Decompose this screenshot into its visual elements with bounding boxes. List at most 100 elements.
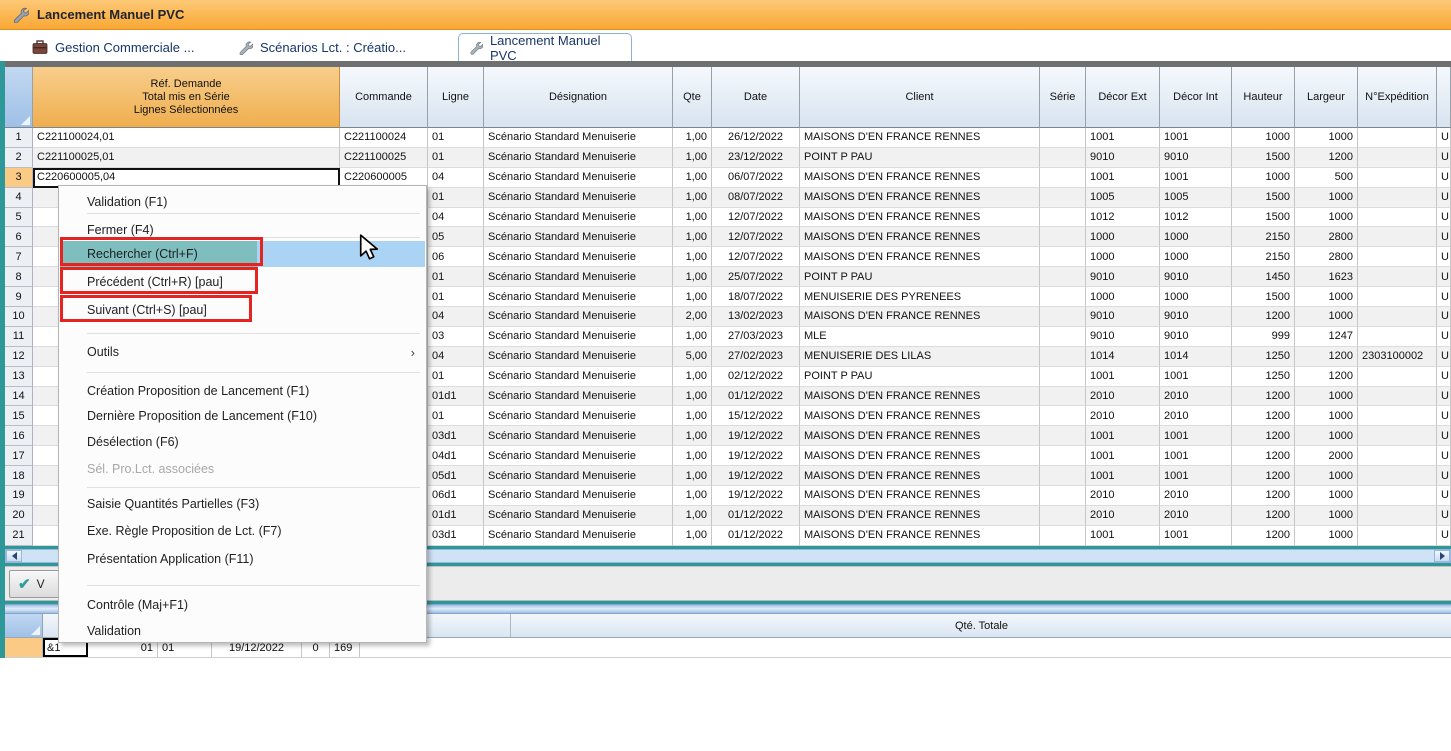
cell-ligne[interactable]: 04 [428, 168, 484, 188]
cell-client[interactable]: MAISONS D'EN FRANCE RENNES [800, 506, 1040, 526]
cell-edge[interactable]: U [1437, 267, 1451, 287]
cell-qte[interactable]: 1,00 [673, 387, 712, 407]
cell-n_expedition[interactable] [1358, 287, 1437, 307]
cell-hauteur[interactable]: 1200 [1232, 466, 1295, 486]
column-header-ligne[interactable]: Ligne [428, 67, 484, 128]
row-number-cell[interactable]: 8 [5, 267, 33, 287]
cell-serie[interactable] [1040, 168, 1086, 188]
row-number-cell[interactable]: 15 [5, 406, 33, 426]
cell-hauteur[interactable]: 1450 [1232, 267, 1295, 287]
cell-largeur[interactable]: 2000 [1295, 446, 1358, 466]
cell-edge[interactable]: U [1437, 426, 1451, 446]
cell-n_expedition[interactable] [1358, 208, 1437, 228]
row-number-cell[interactable]: 14 [5, 387, 33, 407]
column-header-ref-demande[interactable]: Réf. DemandeTotal mis en SérieLignes Sél… [33, 67, 340, 128]
cell-largeur[interactable]: 1000 [1295, 506, 1358, 526]
cell-serie[interactable] [1040, 486, 1086, 506]
cell-client[interactable]: MAISONS D'EN FRANCE RENNES [800, 227, 1040, 247]
cell-largeur[interactable]: 1000 [1295, 387, 1358, 407]
cell-date[interactable]: 19/12/2022 [712, 446, 800, 466]
cell-largeur[interactable]: 1000 [1295, 188, 1358, 208]
row-number-cell[interactable]: 16 [5, 426, 33, 446]
cell-decor_int[interactable]: 2010 [1160, 506, 1232, 526]
row-number-cell[interactable]: 4 [5, 188, 33, 208]
cell-decor_ext[interactable]: 1001 [1086, 426, 1160, 446]
cell-n_expedition[interactable] [1358, 128, 1437, 148]
cell-n_expedition[interactable] [1358, 307, 1437, 327]
cell-client[interactable]: MAISONS D'EN FRANCE RENNES [800, 446, 1040, 466]
cell-client[interactable]: MAISONS D'EN FRANCE RENNES [800, 188, 1040, 208]
cell-date[interactable]: 25/07/2022 [712, 267, 800, 287]
cell-largeur[interactable]: 1200 [1295, 148, 1358, 168]
cell-edge[interactable]: U [1437, 347, 1451, 367]
cell-designation[interactable]: Scénario Standard Menuiserie [484, 267, 673, 287]
column-header-hauteur[interactable]: Hauteur [1232, 67, 1295, 128]
cell-largeur[interactable]: 1000 [1295, 466, 1358, 486]
cell-qte[interactable]: 1,00 [673, 208, 712, 228]
row-number-cell[interactable]: 12 [5, 347, 33, 367]
cell-decor_int[interactable]: 2010 [1160, 486, 1232, 506]
cell-designation[interactable]: Scénario Standard Menuiserie [484, 168, 673, 188]
cell-ligne[interactable]: 05 [428, 227, 484, 247]
cell-hauteur[interactable]: 1000 [1232, 128, 1295, 148]
column-header-decor_ext[interactable]: Décor Ext [1086, 67, 1160, 128]
column-header-edge[interactable] [1437, 67, 1451, 128]
cell-decor_int[interactable]: 1012 [1160, 208, 1232, 228]
cell-date[interactable]: 01/12/2022 [712, 526, 800, 546]
cell-serie[interactable] [1040, 267, 1086, 287]
row-number-cell[interactable]: 7 [5, 247, 33, 267]
cell-designation[interactable]: Scénario Standard Menuiserie [484, 227, 673, 247]
cell-decor_ext[interactable]: 2010 [1086, 387, 1160, 407]
cell-client[interactable]: POINT P PAU [800, 267, 1040, 287]
cell-ligne[interactable]: 04 [428, 347, 484, 367]
cell-serie[interactable] [1040, 327, 1086, 347]
cell-commande[interactable]: C221100025 [340, 148, 428, 168]
cell-ligne[interactable]: 01 [428, 406, 484, 426]
cell-largeur[interactable]: 1000 [1295, 486, 1358, 506]
cell-ligne[interactable]: 01 [428, 267, 484, 287]
cell-largeur[interactable]: 1247 [1295, 327, 1358, 347]
cell-qte[interactable]: 1,00 [673, 327, 712, 347]
cell-client[interactable]: MENUISERIE DES PYRENEES [800, 287, 1040, 307]
cell-hauteur[interactable]: 2150 [1232, 227, 1295, 247]
cell-decor_int[interactable]: 1001 [1160, 128, 1232, 148]
cell-decor_int[interactable]: 1000 [1160, 287, 1232, 307]
cell-qte[interactable]: 1,00 [673, 188, 712, 208]
cell-decor_ext[interactable]: 1001 [1086, 367, 1160, 387]
cell-date[interactable]: 01/12/2022 [712, 387, 800, 407]
cell-largeur[interactable]: 1000 [1295, 406, 1358, 426]
cell-ligne[interactable]: 01 [428, 367, 484, 387]
cell-hauteur[interactable]: 1200 [1232, 446, 1295, 466]
row-number-cell[interactable]: 1 [5, 128, 33, 148]
cell-edge[interactable]: U [1437, 128, 1451, 148]
cell-designation[interactable]: Scénario Standard Menuiserie [484, 367, 673, 387]
cell-hauteur[interactable]: 1500 [1232, 188, 1295, 208]
cell-date[interactable]: 18/07/2022 [712, 287, 800, 307]
cell-date[interactable]: 13/02/2023 [712, 307, 800, 327]
cell-edge[interactable]: U [1437, 406, 1451, 426]
cell-n_expedition[interactable] [1358, 227, 1437, 247]
cell-client[interactable]: MAISONS D'EN FRANCE RENNES [800, 526, 1040, 546]
cell-n_expedition[interactable] [1358, 486, 1437, 506]
cell-qte[interactable]: 1,00 [673, 148, 712, 168]
cell-decor_ext[interactable]: 1001 [1086, 128, 1160, 148]
cell-designation[interactable]: Scénario Standard Menuiserie [484, 128, 673, 148]
cell-client[interactable]: MAISONS D'EN FRANCE RENNES [800, 387, 1040, 407]
cell-decor_int[interactable]: 9010 [1160, 267, 1232, 287]
cell-date[interactable]: 27/03/2023 [712, 327, 800, 347]
row-number-cell[interactable]: 20 [5, 506, 33, 526]
cell-largeur[interactable]: 1200 [1295, 367, 1358, 387]
cell-ligne[interactable]: 01d1 [428, 387, 484, 407]
cell-serie[interactable] [1040, 446, 1086, 466]
row-number-cell[interactable]: 2 [5, 148, 33, 168]
cell-designation[interactable]: Scénario Standard Menuiserie [484, 486, 673, 506]
cell-decor_ext[interactable]: 1001 [1086, 168, 1160, 188]
menu-item-saisie-quantit-s-partielles-f3[interactable]: Saisie Quantités Partielles (F3) [60, 491, 425, 517]
cell-decor_int[interactable]: 1014 [1160, 347, 1232, 367]
tab-gestion-commerciale[interactable]: Gestion Commerciale ... [22, 33, 204, 61]
cell-date[interactable]: 06/07/2022 [712, 168, 800, 188]
cell-date[interactable]: 12/07/2022 [712, 247, 800, 267]
cell-date[interactable]: 12/07/2022 [712, 227, 800, 247]
column-header-decor_int[interactable]: Décor Int [1160, 67, 1232, 128]
column-header-client[interactable]: Client [800, 67, 1040, 128]
